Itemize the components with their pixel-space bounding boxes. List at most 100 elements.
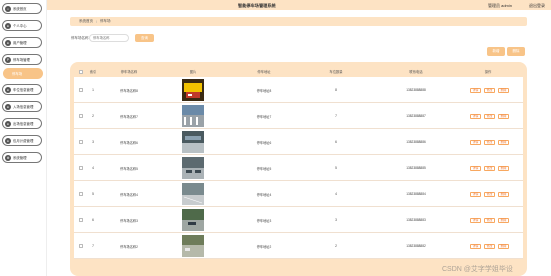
sidebar-item-exit[interactable]: ● 出场信息管理	[2, 118, 42, 129]
header-spaces: 车位数量	[329, 70, 343, 74]
cell-image	[182, 157, 204, 179]
sidebar-item-monthly[interactable]: ● 包月计费管理	[2, 135, 42, 146]
edit-button[interactable]: 修改	[484, 113, 495, 119]
user-icon: ●	[5, 22, 11, 29]
cell-phone: 13823888888	[406, 88, 426, 92]
detail-button[interactable]: 详情	[470, 243, 481, 249]
sidebar-item-label: 系统管理	[13, 156, 27, 160]
cell-phone: 13823888883	[406, 218, 426, 222]
row-checkbox[interactable]	[79, 218, 83, 222]
cell-spaces: 8	[335, 88, 337, 92]
sidebar-item-label: 用户管理	[13, 41, 27, 45]
cell-address: 停车地址6	[256, 141, 272, 145]
cell-phone: 13823888885	[406, 166, 426, 170]
edit-button[interactable]: 修改	[484, 191, 495, 197]
cell-address: 停车地址2	[256, 245, 272, 249]
sidebar-item-label: 入场信息管理	[13, 105, 34, 109]
cell-address: 停车地址5	[256, 167, 272, 171]
detail-button[interactable]: 详情	[470, 191, 481, 197]
detail-button[interactable]: 详情	[470, 139, 481, 145]
table-row: 1 停车场名称8 停车地址8 8 13823888888 详情 修改 删除	[74, 77, 523, 103]
cell-name: 停车场名称2	[120, 245, 138, 249]
search-button[interactable]: 查询	[135, 34, 154, 42]
row-checkbox[interactable]	[79, 140, 83, 144]
cell-spaces: 6	[335, 140, 337, 144]
row-delete-button[interactable]: 删除	[498, 139, 509, 145]
sidebar-item-parking-lots[interactable]: P 停车场管理	[2, 54, 42, 65]
header-phone: 联系电话	[409, 70, 423, 74]
row-delete-button[interactable]: 删除	[498, 113, 509, 119]
select-all-checkbox[interactable]	[79, 69, 83, 74]
cell-name: 停车场名称6	[120, 141, 138, 145]
detail-button[interactable]: 详情	[470, 165, 481, 171]
edit-button[interactable]: 修改	[484, 139, 495, 145]
row-checkbox[interactable]	[79, 192, 83, 196]
edit-button[interactable]: 修改	[484, 217, 495, 223]
row-checkbox[interactable]	[79, 88, 83, 92]
row-delete-button[interactable]: 删除	[498, 191, 509, 197]
breadcrumb-separator: /	[96, 19, 97, 24]
detail-button[interactable]: 详情	[470, 87, 481, 93]
detail-button[interactable]: 详情	[470, 217, 481, 223]
cell-name: 停车场名称4	[120, 193, 138, 197]
car-icon: ●	[5, 86, 11, 93]
row-delete-button[interactable]: 删除	[498, 87, 509, 93]
cell-spaces: 4	[335, 192, 337, 196]
sidebar-item-label: 停车场管理	[13, 58, 30, 62]
edit-button[interactable]: 修改	[484, 165, 495, 171]
sidebar-item-home[interactable]: ⌂ 系统首页	[2, 3, 42, 14]
row-delete-button[interactable]: 删除	[498, 165, 509, 171]
enter-icon: ●	[5, 103, 11, 110]
header-name: 停车场名称	[120, 70, 138, 74]
app-title: 智能停车场管理系统	[238, 2, 276, 8]
row-delete-button[interactable]: 删除	[498, 217, 509, 223]
data-table: 索引 停车场名称 图片 停车地址 车位数量 联系电话 操作 1 停车场名称8 停车地…	[70, 62, 527, 276]
cell-spaces: 7	[335, 114, 337, 118]
logout-link[interactable]: 退出登录	[529, 3, 545, 9]
cell-image	[182, 131, 204, 153]
delete-button[interactable]: 删除	[507, 47, 525, 56]
cell-address: 停车地址8	[256, 89, 272, 93]
cell-address: 停车地址4	[256, 193, 272, 197]
add-button[interactable]: 新增	[487, 47, 505, 56]
sidebar-item-profile[interactable]: ● 个人中心	[2, 20, 42, 31]
cell-address: 停车地址7	[256, 115, 272, 119]
row-delete-button[interactable]: 删除	[498, 243, 509, 249]
sidebar-subitem-parking[interactable]: 停车场	[3, 68, 43, 79]
cell-name: 停车场名称7	[120, 115, 138, 119]
cell-image	[182, 235, 204, 257]
cell-index: 6	[92, 218, 94, 222]
sidebar-item-users[interactable]: ● 用户管理	[2, 37, 42, 48]
row-checkbox[interactable]	[79, 244, 83, 248]
cell-index: 3	[92, 140, 94, 144]
watermark: CSDN @艾字学姐毕设	[442, 266, 513, 273]
sidebar-item-label: 个人中心	[13, 24, 27, 28]
sidebar-item-spaces[interactable]: ● 车位信息管理	[2, 84, 42, 95]
top-header: 智能停车场管理系统 管理员 admin 退出登录	[0, 0, 551, 10]
breadcrumb-current: 停车场	[99, 19, 111, 23]
search-input[interactable]	[89, 34, 129, 42]
header-address: 停车地址	[257, 70, 271, 74]
edit-button[interactable]: 修改	[484, 243, 495, 249]
edit-button[interactable]: 修改	[484, 87, 495, 93]
table-header: 索引 停车场名称 图片 停车地址 车位数量 联系电话 操作	[74, 67, 523, 76]
cell-address: 停车地址3	[256, 219, 272, 223]
current-user: 管理员 admin	[488, 2, 513, 8]
sidebar-item-entry[interactable]: ● 入场信息管理	[2, 101, 42, 112]
cell-name: 停车场名称3	[120, 219, 138, 223]
table-row: 2 停车场名称7 停车地址7 7 13823888887 详情 修改 删除	[74, 103, 523, 129]
cell-image	[182, 209, 204, 231]
sidebar-item-label: 包月计费管理	[13, 139, 34, 143]
row-checkbox[interactable]	[79, 166, 83, 170]
sidebar-item-system[interactable]: ⚙ 系统管理	[2, 152, 42, 163]
row-checkbox[interactable]	[79, 114, 83, 118]
cell-spaces: 2	[335, 244, 337, 248]
home-icon: ⌂	[5, 5, 11, 12]
sidebar-item-label: 系统首页	[13, 7, 27, 11]
gear-icon: ⚙	[5, 154, 11, 161]
cell-index: 2	[92, 114, 94, 118]
cell-spaces: 5	[335, 166, 337, 170]
detail-button[interactable]: 详情	[470, 113, 481, 119]
cell-name: 停车场名称5	[120, 167, 138, 171]
breadcrumb-home[interactable]: 系统首页	[79, 19, 93, 24]
